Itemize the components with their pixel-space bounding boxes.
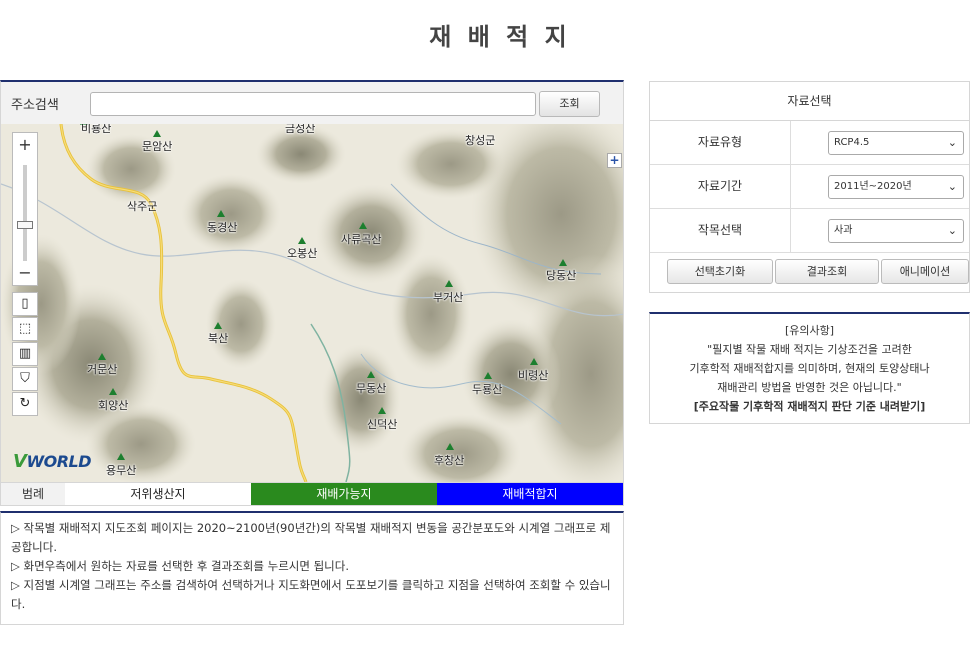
description-line: ▷ 작목별 재배적지 지도조회 페이지는 2020~2100년(90년간)의 작… <box>11 521 611 554</box>
search-button[interactable]: 조회 <box>539 91 600 117</box>
map-label: 삭주군 <box>127 200 158 213</box>
peak-icon <box>559 259 567 266</box>
peak-icon <box>98 353 106 360</box>
zoom-in-button[interactable]: + <box>13 135 37 155</box>
refresh-icon[interactable]: ↻ <box>12 392 38 416</box>
notice-line: 기후학적 재배적합지를 의미하며, 현재의 토양상태나 <box>689 362 930 375</box>
legend-suitable: 재배적합지 <box>437 483 623 505</box>
data-period-label: 자료기간 <box>650 165 791 208</box>
zoom-out-button[interactable]: − <box>13 263 37 283</box>
map-label: 비령산 <box>518 369 549 382</box>
reset-selection-button[interactable]: 선택초기화 <box>667 259 773 284</box>
chevron-down-icon: ⌄ <box>947 180 957 193</box>
peak-icon <box>153 130 161 137</box>
peak-icon <box>214 322 222 329</box>
peak-icon <box>445 280 453 287</box>
map-label: 금성산 <box>285 124 316 135</box>
description-line: ▷ 화면우측에서 원하는 자료를 선택한 후 결과조회를 누르시면 됩니다. <box>11 559 349 573</box>
peak-icon <box>298 237 306 244</box>
map-label: 회양산 <box>98 399 129 412</box>
description-box: ▷ 작목별 재배적지 지도조회 페이지는 2020~2100년(90년간)의 작… <box>0 511 624 625</box>
peak-icon <box>378 407 386 414</box>
notice-line: 재배관리 방법을 반영한 것은 아닙니다." <box>717 381 902 394</box>
terrain-layer <box>1 124 623 482</box>
map-view[interactable]: + − ▯ ⬚ ▥ ⛉ ↻ + 비룡산 문암산 삭주군 동경산 오봉산 사류곡산… <box>0 124 624 482</box>
data-type-select[interactable]: RCP4.5 ⌄ <box>828 131 964 155</box>
criteria-download-link[interactable]: [주요작물 기후학적 재배적지 판단 기준 내려받기] <box>650 397 969 416</box>
chevron-down-icon: ⌄ <box>947 136 957 149</box>
peak-icon <box>530 358 538 365</box>
map-section: 주소검색 조회 + − ▯ ⬚ ▥ ⛉ ↻ + 비룡산 문암산 삭주군 동경산 … <box>0 80 624 625</box>
map-label: 창성군 <box>465 134 496 147</box>
map-label: 무동산 <box>356 382 387 395</box>
map-label: 신덕산 <box>367 418 398 431</box>
map-label: 당동산 <box>546 269 577 282</box>
ruler-icon[interactable]: ▯ <box>12 292 38 316</box>
notice-title: [유의사항] <box>784 324 835 337</box>
map-label: 후창산 <box>434 454 465 467</box>
legend-label: 범례 <box>1 483 65 505</box>
data-type-label: 자료유형 <box>650 121 791 164</box>
panel-title: 자료선택 <box>650 82 969 121</box>
vworld-logo-text: WORLD <box>26 452 91 471</box>
address-search-input[interactable] <box>90 92 536 116</box>
map-label: 거문산 <box>87 363 118 376</box>
map-label: 북산 <box>208 332 229 345</box>
peak-icon <box>484 372 492 379</box>
peak-icon <box>359 222 367 229</box>
address-search-bar: 주소검색 조회 <box>0 80 624 124</box>
peak-icon <box>117 453 125 460</box>
data-selection-panel: 자료선택 자료유형 RCP4.5 ⌄ 자료기간 2011년~2020년 ⌄ 작목선택… <box>649 81 970 293</box>
map-label: 동경산 <box>207 221 238 234</box>
map-label: 부거산 <box>433 291 464 304</box>
expand-icon[interactable]: + <box>607 153 622 168</box>
vworld-logo: VWORLD <box>13 451 91 472</box>
data-type-row: 자료유형 RCP4.5 ⌄ <box>650 121 969 165</box>
graph-icon[interactable]: ▥ <box>12 342 38 366</box>
zoom-control: + − <box>12 132 38 286</box>
notice-box: [유의사항] "필지별 작물 재배 적지는 기상조건을 고려한 기후학적 재배적… <box>649 312 970 424</box>
page-title: 재 배 적 지 <box>429 23 571 51</box>
map-label: 비룡산 <box>81 124 112 135</box>
crop-select[interactable]: 사과 ⌄ <box>828 219 964 243</box>
data-period-select[interactable]: 2011년~2020년 ⌄ <box>828 175 964 199</box>
map-label: 용무산 <box>106 464 137 477</box>
animation-button[interactable]: 애니메이션 <box>881 259 969 284</box>
legend-cultivable: 재배가능지 <box>251 483 437 505</box>
zoom-slider-handle[interactable] <box>17 221 33 229</box>
map-label: 두룡산 <box>472 383 503 396</box>
map-legend: 범례 저위생산지 재배가능지 재배적합지 <box>0 482 624 506</box>
data-period-row: 자료기간 2011년~2020년 ⌄ <box>650 165 969 209</box>
chevron-down-icon: ⌄ <box>947 224 957 237</box>
search-label: 주소검색 <box>11 98 59 113</box>
legend-low-production: 저위생산지 <box>65 483 251 505</box>
vworld-logo-v: V <box>13 451 27 472</box>
map-label: 오봉산 <box>287 247 318 260</box>
korea-map-icon[interactable]: ⛉ <box>12 367 38 391</box>
description-line: ▷ 지점별 시계열 그래프는 주소를 검색하여 선택하거나 지도화면에서 도포보… <box>11 578 611 611</box>
peak-icon <box>217 210 225 217</box>
zoom-slider-track[interactable] <box>23 165 27 261</box>
area-measure-icon[interactable]: ⬚ <box>12 317 38 341</box>
crop-select-label: 작목선택 <box>650 209 791 252</box>
panel-buttons: 선택초기화 결과조회 애니메이션 <box>650 255 970 285</box>
peak-icon <box>367 371 375 378</box>
peak-icon <box>109 388 117 395</box>
map-label: 사류곡산 <box>341 233 382 246</box>
crop-select-row: 작목선택 사과 ⌄ <box>650 209 969 253</box>
query-results-button[interactable]: 결과조회 <box>775 259 879 284</box>
map-label: 문암산 <box>142 140 173 153</box>
peak-icon <box>446 443 454 450</box>
notice-line: "필지별 작물 재배 적지는 기상조건을 고려한 <box>707 343 912 356</box>
